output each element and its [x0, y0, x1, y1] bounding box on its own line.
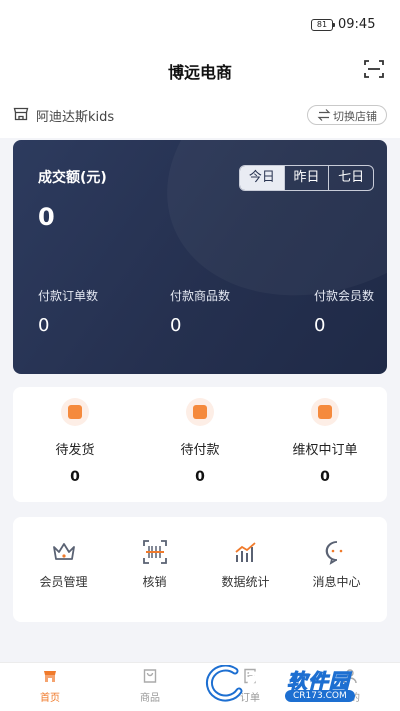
paid-members-label: 付款会员数 — [314, 289, 375, 303]
tool-label: 会员管理 — [39, 575, 88, 589]
sales-summary-card: 成交额(元) 0 今日 昨日 七日 付款订单数 0 付款商品数 0 付款会员数 … — [13, 140, 387, 374]
watermark-swirl-icon — [205, 665, 243, 702]
scan-code-icon — [143, 540, 167, 564]
store-icon — [13, 107, 29, 121]
wallet-icon — [186, 398, 214, 426]
chart-icon — [235, 542, 256, 562]
tool-verify[interactable]: 核销 — [108, 517, 201, 622]
watermark-brand-a: 西西 — [245, 669, 287, 694]
switch-store-button[interactable]: 切换店铺 — [307, 105, 387, 125]
tab-label: 商品 — [140, 693, 160, 704]
battery-icon: 81 — [311, 19, 335, 31]
period-seven-days[interactable]: 七日 — [328, 166, 373, 190]
period-today[interactable]: 今日 — [240, 166, 284, 190]
order-icon — [311, 398, 339, 426]
order-stat-value: 0 — [70, 469, 80, 485]
watermark-logo: 西西软件园 CR173.COM — [205, 663, 381, 705]
watermark-url: CR173.COM — [285, 690, 355, 702]
order-stat-to-ship[interactable]: 待发货 0 — [13, 387, 137, 502]
order-stat-label: 待付款 — [180, 443, 220, 458]
status-bar: 81 09:45 — [0, 0, 400, 48]
period-selector: 今日 昨日 七日 — [239, 165, 374, 191]
home-icon — [44, 671, 56, 682]
paid-products-value: 0 — [170, 315, 182, 336]
paid-orders-label: 付款订单数 — [38, 289, 99, 303]
nav-bar: 博远电商 — [0, 48, 400, 90]
switch-arrows-icon — [317, 109, 331, 121]
crown-icon — [53, 543, 75, 560]
tool-label: 核销 — [142, 575, 167, 589]
tool-message-center[interactable]: 消息中心 — [290, 517, 383, 622]
tool-label: 数据统计 — [221, 575, 270, 589]
bag-icon — [143, 669, 157, 683]
paid-products-label: 付款商品数 — [170, 289, 231, 303]
status-time: 09:45 — [338, 17, 376, 32]
order-stat-label: 待发货 — [55, 443, 95, 458]
switch-store-label: 切换店铺 — [333, 110, 377, 123]
paid-orders-value: 0 — [38, 315, 50, 336]
order-stat-value: 0 — [320, 469, 330, 485]
order-stat-label: 维权中订单 — [292, 443, 358, 458]
order-stat-to-pay[interactable]: 待付款 0 — [138, 387, 262, 502]
store-name: 阿迪达斯kids — [36, 110, 115, 125]
store-row: 阿迪达斯kids 切换店铺 — [0, 90, 400, 138]
message-icon — [325, 541, 343, 565]
tool-data-statistics[interactable]: 数据统计 — [199, 517, 292, 622]
order-stat-dispute[interactable]: 维权中订单 0 — [263, 387, 387, 502]
tab-label: 首页 — [40, 693, 60, 704]
tab-home[interactable]: 首页 — [0, 663, 100, 711]
sales-label: 成交额(元) — [38, 170, 107, 186]
order-stat-value: 0 — [195, 469, 205, 485]
tool-label: 消息中心 — [312, 575, 361, 589]
paid-members-value: 0 — [314, 315, 326, 336]
order-status-card: 待发货 0 待付款 0 维权中订单 0 — [13, 387, 387, 502]
tools-card: 会员管理 核销 数据统计 消息中心 — [13, 517, 387, 622]
sales-value: 0 — [38, 203, 55, 231]
box-icon — [61, 398, 89, 426]
page-title: 博远电商 — [167, 63, 232, 82]
tab-products[interactable]: 商品 — [100, 663, 200, 711]
scan-icon[interactable] — [362, 57, 386, 81]
period-yesterday[interactable]: 昨日 — [283, 166, 329, 190]
tool-member-management[interactable]: 会员管理 — [17, 517, 110, 622]
